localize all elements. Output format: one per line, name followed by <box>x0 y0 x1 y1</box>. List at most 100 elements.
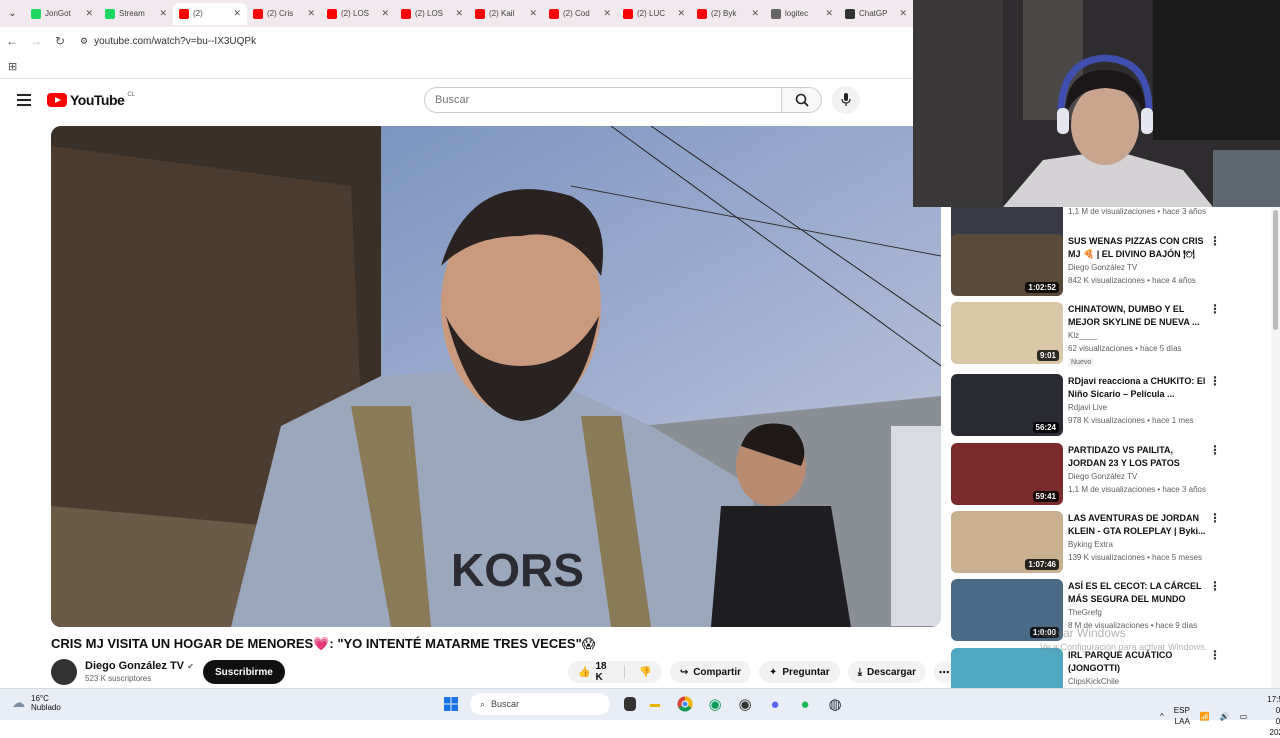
recommendations-sidebar: 1:07:311,1 M de visualizaciones • hace 3… <box>951 207 1271 688</box>
taskbar-search[interactable]: ⌕ Buscar <box>470 693 610 715</box>
recommendation-menu-icon[interactable]: ⋮ <box>1209 443 1221 457</box>
spotify-icon[interactable]: ● <box>794 693 816 715</box>
windows-start-icon[interactable] <box>440 693 462 715</box>
tab-close-icon[interactable]: ✕ <box>825 8 833 19</box>
tab-close-icon[interactable]: ✕ <box>899 8 907 19</box>
recommendation-menu-icon[interactable]: ⋮ <box>1209 648 1221 662</box>
url-field[interactable]: ⚙ youtube.com/watch?v=bu--IX3UQPk <box>80 36 256 47</box>
page-scrollbar[interactable] <box>1271 207 1280 688</box>
recommendation-thumbnail[interactable]: 1:02:52 <box>951 234 1063 296</box>
tab-favicon-icon <box>401 8 411 19</box>
discord-icon[interactable]: ● <box>764 693 786 715</box>
recommendation-menu-icon[interactable]: ⋮ <box>1209 579 1221 593</box>
scrollbar-thumb[interactable] <box>1273 210 1278 330</box>
search-icon <box>795 93 809 107</box>
forward-icon[interactable]: → <box>24 34 48 48</box>
browser-tab[interactable]: (2) Byk ✕ <box>691 3 765 25</box>
video-title: CRIS MJ VISITA UN HOGAR DE MENORES💗: "YO… <box>51 636 596 651</box>
dislike-button[interactable]: 👎 <box>629 661 661 683</box>
recommendation-channel: TheGrefg <box>1068 608 1102 617</box>
video-duration: 9:01 <box>1036 350 1059 361</box>
recommendation-item[interactable]: 59:41 PARTIDAZO VS PAILITA, JORDAN 23 Y L… <box>951 443 1271 505</box>
ask-button[interactable]: ✦ Preguntar <box>759 661 840 683</box>
browser-tab[interactable]: Stream ✕ <box>99 3 173 25</box>
recommendation-menu-icon[interactable]: ⋮ <box>1209 234 1221 248</box>
weather-widget[interactable]: ☁ 16°C Nublado <box>12 694 61 712</box>
site-info-icon[interactable]: ⚙ <box>80 36 88 47</box>
tab-favicon-icon <box>771 8 781 19</box>
voice-search-button[interactable] <box>832 86 860 114</box>
tab-close-icon[interactable]: ✕ <box>677 8 685 19</box>
recommendation-menu-icon[interactable]: ⋮ <box>1209 302 1221 316</box>
tab-search-icon[interactable]: ⌄ <box>0 0 25 27</box>
recommendation-item[interactable]: 9:01 CHINATOWN, DUMBO Y EL MEJOR SKYLINE … <box>951 302 1271 367</box>
file-explorer-icon[interactable]: ▬ <box>644 693 666 715</box>
volume-icon[interactable]: 🔊 <box>1220 712 1230 721</box>
recommendation-meta: 978 K visualizaciones • hace 1 mes <box>1068 416 1194 425</box>
tab-close-icon[interactable]: ✕ <box>529 8 537 19</box>
tab-favicon-icon <box>475 8 485 19</box>
search-button[interactable] <box>782 87 822 113</box>
wifi-icon[interactable]: 📶 <box>1200 712 1210 721</box>
chrome-icon[interactable] <box>674 693 696 715</box>
tab-close-icon[interactable]: ✕ <box>751 8 759 19</box>
tray-overflow-icon[interactable]: ^ <box>1160 712 1164 721</box>
share-label: Compartir <box>693 666 741 678</box>
browser-tab[interactable]: JonGot ✕ <box>25 3 99 25</box>
recommendation-menu-icon[interactable]: ⋮ <box>1209 374 1221 388</box>
tab-close-icon[interactable]: ✕ <box>603 8 611 19</box>
youtube-logo[interactable]: YouTube CL <box>47 92 135 108</box>
channel-name[interactable]: Diego González TV ✔ <box>85 660 194 672</box>
tab-close-icon[interactable]: ✕ <box>381 8 389 19</box>
tab-favicon-icon <box>253 8 263 19</box>
recommendation-item[interactable]: IRL PARQUE ACUÁTICO (JONGOTTI) ClipsKickC… <box>951 648 1271 688</box>
browser-tab[interactable]: logitec ✕ <box>765 3 839 25</box>
browser-tab[interactable]: (2) Cris ✕ <box>247 3 321 25</box>
browser-tab[interactable]: (2) Kail ✕ <box>469 3 543 25</box>
youtube-header: YouTube CL Buscar <box>0 80 913 120</box>
recommendation-item[interactable]: 56:24 RDjavi reacciona a CHUKITO: El Niño… <box>951 374 1271 436</box>
weather-condition: Nublado <box>31 703 61 712</box>
tab-close-icon[interactable]: ✕ <box>455 8 463 19</box>
subscribe-button[interactable]: Suscribirme <box>203 660 285 684</box>
tab-close-icon[interactable]: ✕ <box>233 8 241 19</box>
verified-icon: ✔ <box>187 662 194 671</box>
browser-tab[interactable]: ChatGP ✕ <box>839 3 913 25</box>
video-player[interactable]: KORS <box>51 126 941 627</box>
recommendation-thumbnail[interactable]: 56:24 <box>951 374 1063 436</box>
recommendation-thumbnail[interactable] <box>951 648 1063 688</box>
recommendation-item[interactable]: 1:07:46 LAS AVENTURAS DE JORDAN KLEIN - G… <box>951 511 1271 573</box>
search-input[interactable]: Buscar <box>424 87 782 113</box>
reload-icon[interactable]: ↻ <box>48 34 72 48</box>
like-button[interactable]: 👍 18 K <box>568 661 619 683</box>
battery-icon[interactable]: ▭ <box>1240 712 1248 721</box>
browser-tab[interactable]: (2) LOS ✕ <box>395 3 469 25</box>
like-divider <box>623 665 625 679</box>
recommendation-thumbnail[interactable]: 59:41 <box>951 443 1063 505</box>
browser-tab[interactable]: (2) ✕ <box>173 2 247 25</box>
chrome-profile-icon[interactable]: ◉ <box>704 693 726 715</box>
language-code: ESP <box>1173 706 1190 715</box>
recommendation-menu-icon[interactable]: ⋮ <box>1209 511 1221 525</box>
steam-icon[interactable]: ◍ <box>824 693 846 715</box>
apps-grid-icon[interactable]: ⊞ <box>8 60 17 73</box>
menu-icon[interactable] <box>17 94 31 109</box>
app-icon[interactable]: ◉ <box>734 693 756 715</box>
browser-tab[interactable]: (2) LUC ✕ <box>617 3 691 25</box>
back-icon[interactable]: ← <box>0 34 24 48</box>
input-language[interactable]: ESP LAA <box>1174 705 1190 727</box>
share-button[interactable]: ↪ Compartir <box>669 661 751 683</box>
recommendation-item[interactable]: 1:02:52 SUS WENAS PIZZAS CON CRIS MJ 🍕 | … <box>951 234 1271 296</box>
recommendation-thumbnail[interactable]: 1:07:46 <box>951 511 1063 573</box>
clock[interactable]: 17:59 02-01-2026 <box>1267 694 1280 738</box>
channel-avatar[interactable] <box>51 659 77 685</box>
task-view-icon[interactable] <box>624 697 636 711</box>
browser-tab[interactable]: (2) Cod ✕ <box>543 3 617 25</box>
download-button[interactable]: ⤓ Descargar <box>847 661 926 683</box>
recommendation-thumbnail[interactable]: 9:01 <box>951 302 1063 364</box>
tab-close-icon[interactable]: ✕ <box>85 8 93 19</box>
recommendation-meta: 842 K visualizaciones • hace 4 años <box>1068 276 1196 285</box>
tab-close-icon[interactable]: ✕ <box>307 8 315 19</box>
browser-tab[interactable]: (2) LOS ✕ <box>321 3 395 25</box>
tab-close-icon[interactable]: ✕ <box>159 8 167 19</box>
